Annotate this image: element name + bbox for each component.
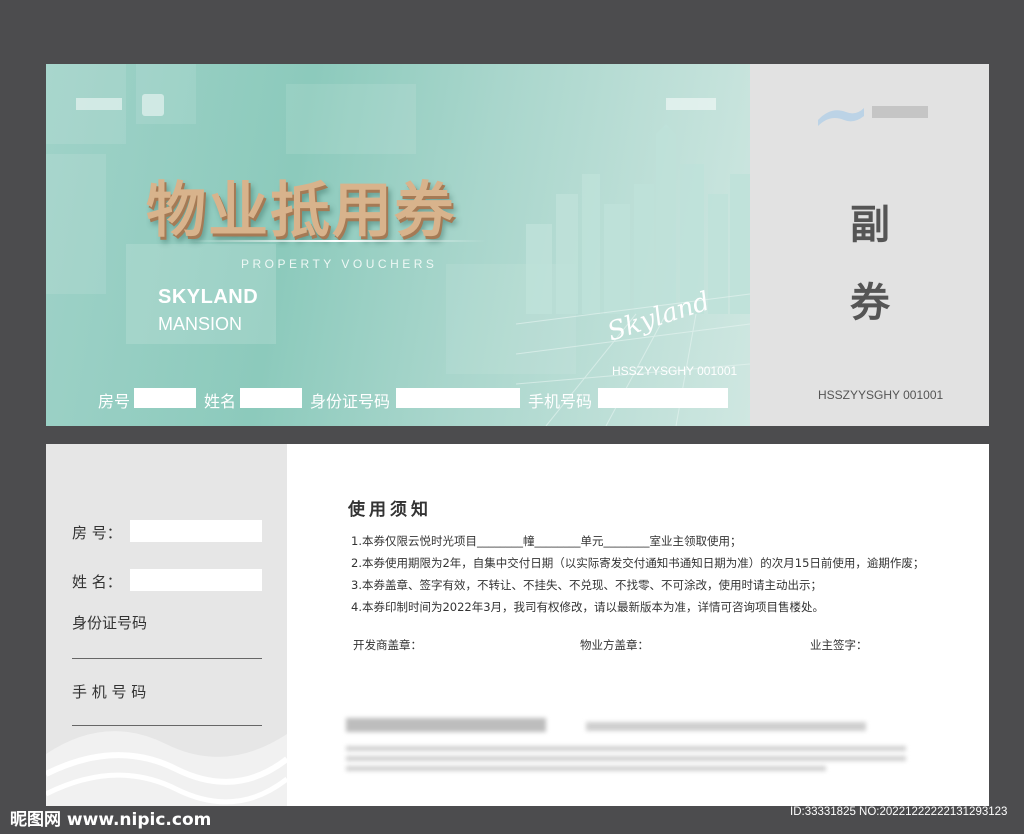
brand-name: SKYLAND xyxy=(158,286,259,308)
info-side-panel: 房 号： 姓 名： 身份证号码 手 机 号 码 xyxy=(46,444,287,806)
blurred-fine-print xyxy=(346,766,826,771)
stub-logo-text xyxy=(872,106,928,118)
blurred-hotline xyxy=(346,718,546,732)
field-label-phone: 手机号码 xyxy=(528,392,593,411)
title-glow-line xyxy=(186,240,486,242)
stub-serial-number: HSSZYYSGHY 001001 xyxy=(818,388,944,402)
side-label-room: 房 号： xyxy=(72,524,122,542)
stub-logo-icon xyxy=(818,108,864,126)
blurred-fine-print xyxy=(346,756,906,761)
signature-owner: 业主签字： xyxy=(810,638,868,652)
voucher-title: 物业抵用券 xyxy=(146,176,456,246)
field-input-id[interactable] xyxy=(396,388,520,408)
side-label-id: 身份证号码 xyxy=(72,614,148,632)
side-input-room[interactable] xyxy=(130,520,262,542)
field-input-name[interactable] xyxy=(240,388,302,408)
voucher-front-panel: 物业抵用券 PROPERTY VOUCHERS SKYLAND MANSION … xyxy=(46,64,750,426)
project-logo xyxy=(666,98,716,110)
decor-tile xyxy=(286,84,416,154)
field-input-room[interactable] xyxy=(134,388,196,408)
side-line-id[interactable] xyxy=(72,658,262,659)
voucher-stub: 副 券 HSSZYYSGHY 001001 xyxy=(750,64,989,426)
voucher-subtitle: PROPERTY VOUCHERS xyxy=(241,257,438,271)
serial-number: HSSZYYSGHY 001001 xyxy=(612,364,738,378)
side-label-name: 姓 名： xyxy=(72,573,122,591)
field-label-name: 姓名 xyxy=(204,392,237,411)
city-skyline-illustration xyxy=(516,124,750,426)
side-input-name[interactable] xyxy=(130,569,262,591)
notice-rule-4: 4.本券印制时间为2022年3月，我司有权修改，请以最新版本为准，详情可咨询项目… xyxy=(351,600,825,614)
developer-logo xyxy=(76,98,122,110)
side-label-phone: 手 机 号 码 xyxy=(72,683,147,701)
watermark-id: ID:33331825 NO:20221222222131293123 xyxy=(790,806,1008,818)
field-input-phone[interactable] xyxy=(598,388,728,408)
field-label-id: 身份证号码 xyxy=(310,392,391,411)
stub-char-quan: 券 xyxy=(850,280,890,326)
blurred-fine-print xyxy=(346,746,906,751)
wave-decoration xyxy=(46,731,287,806)
signature-property: 物业方盖章： xyxy=(580,638,649,652)
notice-rule-1: 1.本券仅限云悦时光项目________幢________单元________室… xyxy=(351,534,742,548)
field-label-room: 房号 xyxy=(98,392,131,411)
decor-tile xyxy=(46,154,106,294)
stub-char-fu: 副 xyxy=(850,202,890,248)
voucher-main: 物业抵用券 PROPERTY VOUCHERS SKYLAND MANSION … xyxy=(46,64,989,426)
voucher-back: 房 号： 姓 名： 身份证号码 手 机 号 码 使用须知 1.本券仅限云悦时光项… xyxy=(46,444,989,806)
notice-title: 使用须知 xyxy=(348,500,432,520)
watermark-site: 昵图网 www.nipic.com xyxy=(10,810,212,830)
notice-rule-3: 3.本券盖章、签字有效，不转让、不挂失、不兑现、不找零、不可涂改，使用时请主动出… xyxy=(351,578,822,592)
brand-name-secondary: MANSION xyxy=(158,314,243,334)
blurred-address xyxy=(586,722,866,731)
signature-developer: 开发商盖章： xyxy=(353,638,422,652)
partner-logo xyxy=(142,94,164,116)
notice-rule-2: 2.本券使用期限为2年，自集中交付日期（以实际寄发交付通知书通知日期为准）的次月… xyxy=(351,556,925,570)
